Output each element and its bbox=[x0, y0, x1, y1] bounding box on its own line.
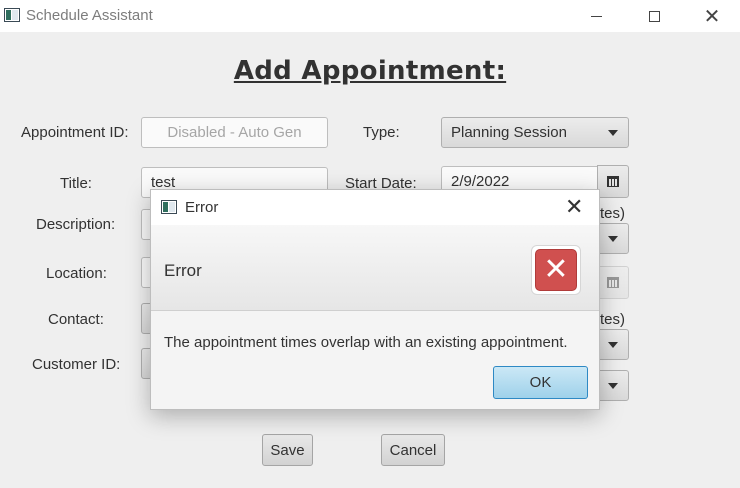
error-dialog: Error ✕ Error ✕ The appointment times ov… bbox=[150, 189, 600, 410]
error-icon: ✕ bbox=[535, 249, 577, 291]
app-icon bbox=[4, 8, 20, 22]
dialog-close-button[interactable]: ✕ bbox=[565, 194, 583, 220]
dialog-titlebar: Error ✕ bbox=[151, 190, 599, 225]
maximize-icon bbox=[648, 10, 660, 22]
ok-button[interactable]: OK bbox=[493, 366, 588, 399]
close-icon: ✕ bbox=[703, 5, 721, 28]
maximize-button[interactable] bbox=[626, 0, 682, 32]
dialog-content-text: The appointment times overlap with an ex… bbox=[164, 334, 568, 351]
minimize-button[interactable] bbox=[568, 0, 624, 32]
window-title: Schedule Assistant bbox=[26, 7, 153, 24]
minimize-icon bbox=[590, 15, 602, 17]
app-icon bbox=[161, 200, 177, 214]
window-titlebar: Schedule Assistant ✕ bbox=[0, 0, 740, 32]
error-graphic: ✕ bbox=[531, 245, 581, 295]
close-window-button[interactable]: ✕ bbox=[684, 0, 740, 32]
dialog-header-text: Error bbox=[164, 261, 202, 280]
dialog-header: Error ✕ bbox=[151, 225, 599, 311]
dialog-title: Error bbox=[185, 199, 219, 216]
